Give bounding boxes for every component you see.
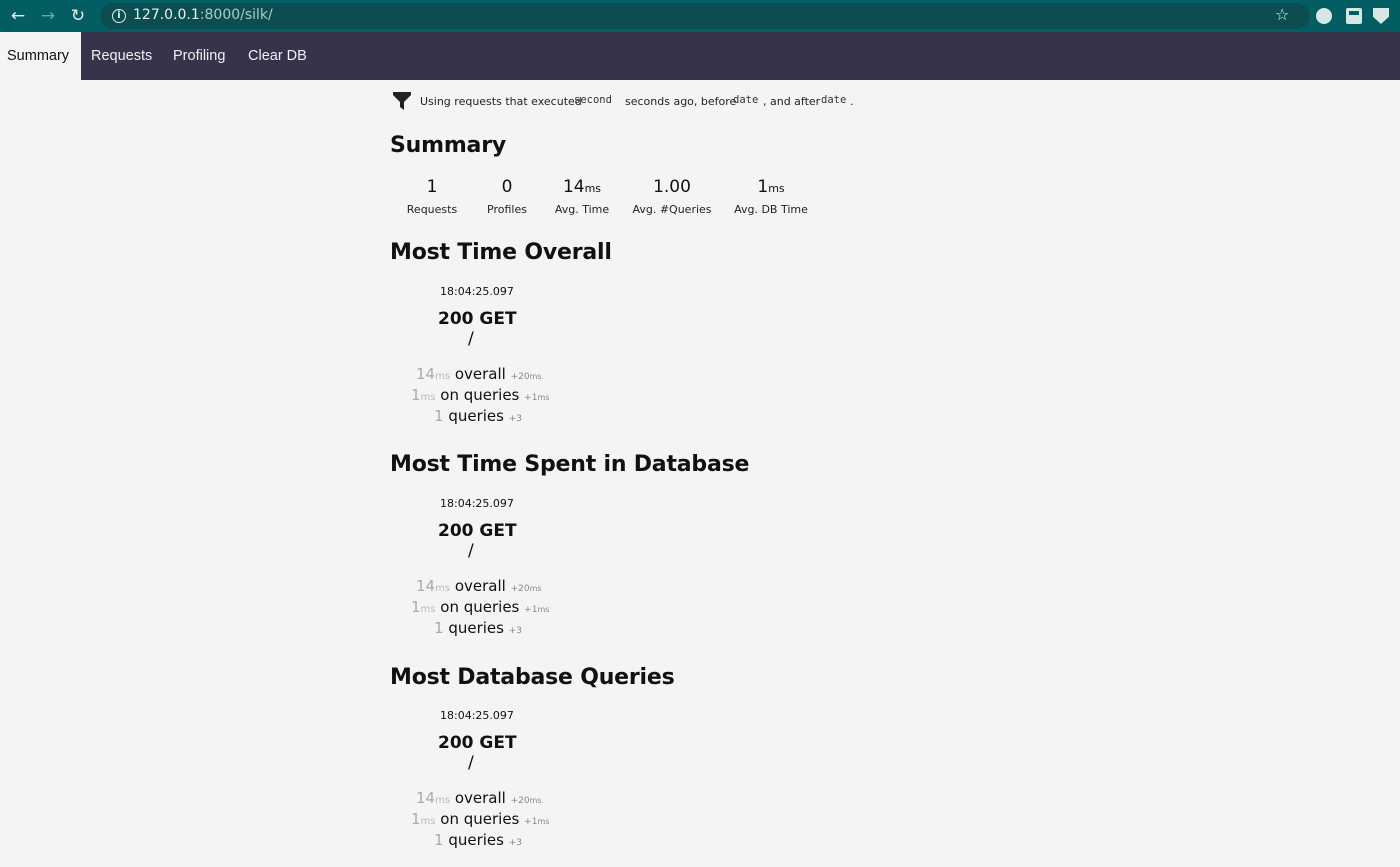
filter-prefix: Using requests that executed — [420, 95, 582, 108]
filter-middle2: , and after — [763, 95, 821, 108]
section-title-most-time-db: Most Time Spent in Database — [390, 452, 750, 477]
request-path: / — [468, 753, 474, 773]
filter-after-date-input[interactable]: date — [821, 94, 846, 106]
metric-queries: 1 queries +3 — [434, 619, 523, 637]
stat-profiles: 0 Profiles — [478, 175, 536, 216]
browser-toolbar: ← → ↻ i 127.0.0.1:8000/silk/ ☆ — [0, 0, 1400, 32]
stat-label: Requests — [406, 203, 458, 216]
request-card[interactable]: 18:04:25.097 200 GET / 14ms overall +20m… — [390, 497, 560, 647]
tab-summary[interactable]: Summary — [0, 32, 81, 80]
filter-suffix: . — [850, 95, 854, 108]
metric-queries: 1 queries +3 — [434, 407, 523, 425]
forward-arrow-icon[interactable]: → — [38, 6, 58, 26]
site-info-icon[interactable]: i — [112, 9, 126, 23]
filter-before-date-input[interactable]: date — [733, 94, 758, 106]
request-card[interactable]: 18:04:25.097 200 GET / 14ms overall +20m… — [390, 285, 560, 435]
tab-requests[interactable]: Requests — [91, 32, 152, 80]
stat-avg-queries: 1.00 Avg. #Queries — [630, 175, 714, 216]
stat-value: 1.00 — [653, 177, 691, 197]
request-card[interactable]: 18:04:25.097 200 GET / 14ms overall +20m… — [390, 709, 560, 859]
extension-shield-icon[interactable] — [1373, 8, 1389, 24]
url-host: 127.0.0.1 — [133, 7, 200, 23]
stat-avg-db-time: 1ms Avg. DB Time — [728, 175, 814, 216]
request-timestamp: 18:04:25.097 — [440, 285, 514, 298]
back-arrow-icon[interactable]: ← — [8, 6, 28, 26]
filter-middle: seconds ago, before — [625, 95, 737, 108]
extension-globe-icon[interactable] — [1316, 8, 1332, 24]
url-text[interactable]: 127.0.0.1:8000/silk/ — [133, 7, 273, 23]
stat-avg-time: 14ms Avg. Time — [550, 175, 614, 216]
stat-value: 1ms — [757, 177, 785, 197]
stat-requests: 1 Requests — [400, 175, 464, 216]
request-method: 200 GET — [438, 309, 517, 329]
stat-value: 1 — [426, 177, 438, 197]
metric-overall: 14ms overall +20ms — [416, 365, 542, 383]
metric-overall: 14ms overall +20ms — [416, 789, 542, 807]
metric-queries: 1 queries +3 — [434, 831, 523, 849]
summary-title: Summary — [390, 133, 506, 158]
extension-window-icon[interactable] — [1346, 8, 1362, 24]
stat-value: 0 — [501, 177, 513, 197]
request-path: / — [468, 329, 474, 349]
request-method: 200 GET — [438, 521, 517, 541]
metric-overall: 14ms overall +20ms — [416, 577, 542, 595]
metric-queries-time: 1ms on queries +1ms — [411, 386, 550, 404]
reload-icon[interactable]: ↻ — [68, 6, 88, 26]
url-path: :8000/silk/ — [199, 7, 273, 23]
request-timestamp: 18:04:25.097 — [440, 497, 514, 510]
request-timestamp: 18:04:25.097 — [440, 709, 514, 722]
metric-queries-time: 1ms on queries +1ms — [411, 598, 550, 616]
app-navbar: Summary Requests Profiling Clear DB — [0, 32, 1400, 80]
request-path: / — [468, 541, 474, 561]
bookmark-star-icon[interactable]: ☆ — [1275, 5, 1289, 24]
filter-funnel-icon[interactable] — [392, 91, 412, 111]
stat-value: 14ms — [562, 177, 602, 197]
stat-label: Avg. Time — [554, 203, 610, 216]
filter-seconds-input[interactable]: second — [574, 94, 612, 106]
stat-label: Avg. #Queries — [632, 203, 712, 216]
stat-label: Avg. DB Time — [734, 203, 808, 216]
metric-queries-time: 1ms on queries +1ms — [411, 810, 550, 828]
request-method: 200 GET — [438, 733, 517, 753]
section-title-most-time-overall: Most Time Overall — [390, 240, 612, 265]
stat-label: Profiles — [487, 203, 527, 216]
tab-profiling[interactable]: Profiling — [173, 32, 225, 80]
section-title-most-db-queries: Most Database Queries — [390, 665, 675, 690]
address-bar[interactable]: i 127.0.0.1:8000/silk/ ☆ — [100, 3, 1310, 29]
tab-clear-db[interactable]: Clear DB — [248, 32, 307, 80]
